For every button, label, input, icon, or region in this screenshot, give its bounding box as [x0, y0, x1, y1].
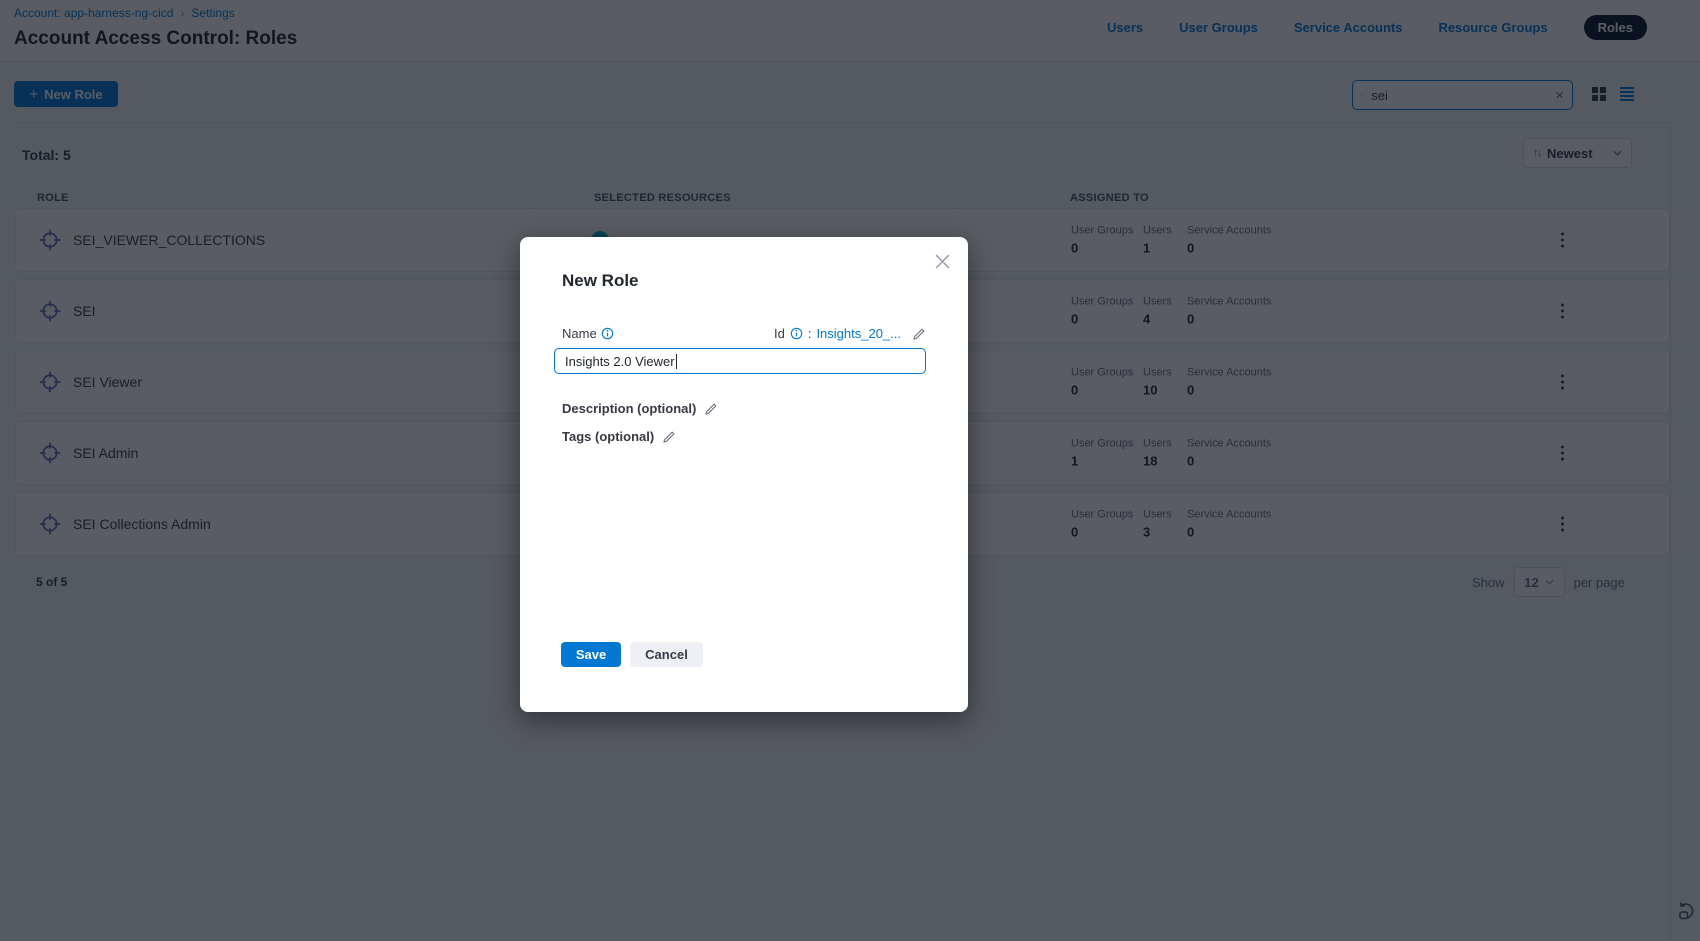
screen: Account: app-harness-ng-cicd › Settings …	[0, 0, 1700, 941]
tags-label: Tags (optional)	[562, 429, 654, 444]
edit-pencil-icon[interactable]	[912, 327, 926, 341]
id-separator: :	[808, 326, 812, 341]
name-label: Name	[562, 326, 597, 341]
edit-pencil-icon[interactable]	[662, 430, 676, 444]
info-icon[interactable]	[790, 327, 803, 340]
role-name-input-value: Insights 2.0 Viewer	[565, 354, 675, 369]
save-button[interactable]: Save	[561, 642, 621, 667]
role-id-value[interactable]: Insights_20_...	[816, 326, 901, 341]
info-icon[interactable]	[601, 327, 614, 340]
id-label: Id	[774, 326, 785, 341]
cancel-button[interactable]: Cancel	[630, 642, 703, 667]
dialog-title: New Role	[562, 271, 639, 291]
role-id-row: Id : Insights_20_...	[774, 326, 926, 341]
close-icon[interactable]	[935, 254, 950, 269]
description-label: Description (optional)	[562, 401, 696, 416]
text-cursor	[676, 354, 678, 369]
role-name-input[interactable]: Insights 2.0 Viewer	[554, 348, 926, 374]
edit-pencil-icon[interactable]	[704, 402, 718, 416]
new-role-dialog: New Role Name Id : Insights_20_...	[520, 237, 968, 712]
